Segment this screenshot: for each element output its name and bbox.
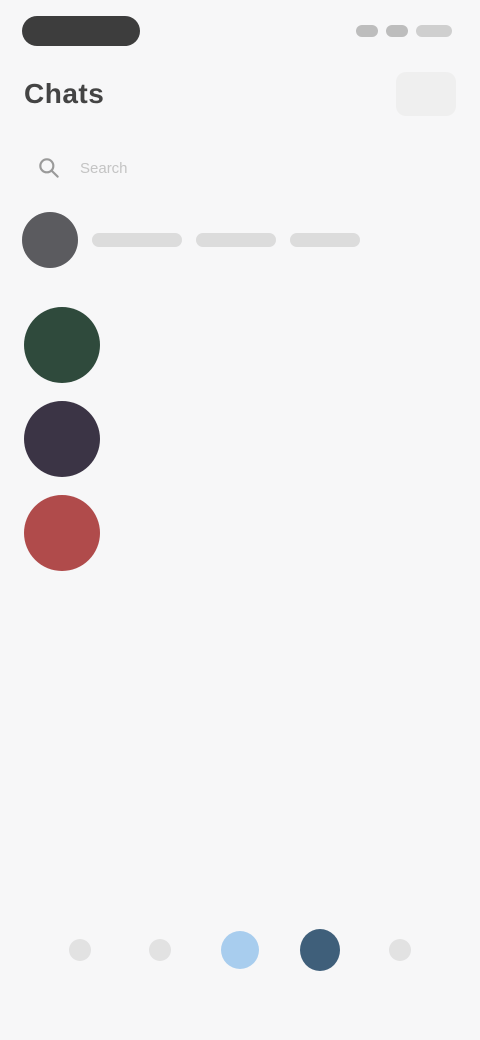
- nav-home[interactable]: [60, 930, 100, 970]
- contact-chip[interactable]: [196, 233, 276, 247]
- nav-profile[interactable]: [300, 929, 340, 971]
- bottom-nav: [40, 920, 440, 980]
- profile-icon: [300, 929, 340, 971]
- list-item[interactable]: [24, 486, 456, 580]
- nav-camera[interactable]: [220, 930, 260, 970]
- contact-chip[interactable]: [92, 233, 182, 247]
- status-bar: [22, 14, 452, 48]
- chat-text: [114, 436, 416, 442]
- search-bar[interactable]: Search: [36, 150, 450, 186]
- chat-text: [114, 530, 416, 536]
- search-placeholder: Search: [80, 159, 128, 177]
- header-action-button[interactable]: [396, 72, 456, 116]
- avatar[interactable]: [22, 212, 78, 268]
- header: Chats: [24, 72, 456, 116]
- avatar: [24, 401, 100, 477]
- camera-icon: [221, 931, 259, 969]
- list-item[interactable]: [24, 392, 456, 486]
- more-icon: [389, 939, 411, 961]
- list-item[interactable]: [24, 298, 456, 392]
- page-title: Chats: [24, 78, 105, 109]
- status-time-pill: [22, 16, 140, 46]
- contact-chip[interactable]: [290, 233, 360, 247]
- status-indicators: [356, 25, 452, 37]
- search-icon: [39, 158, 59, 178]
- contacts-row: [22, 210, 458, 270]
- avatar: [24, 495, 100, 571]
- search-icon: [149, 939, 171, 961]
- chat-text: [114, 342, 416, 348]
- nav-more[interactable]: [380, 930, 420, 970]
- avatar: [24, 307, 100, 383]
- wifi-icon: [386, 25, 408, 37]
- nav-search[interactable]: [140, 930, 180, 970]
- battery-icon: [416, 25, 452, 37]
- home-icon: [69, 939, 91, 961]
- signal-icon: [356, 25, 378, 37]
- chat-list: [24, 298, 456, 580]
